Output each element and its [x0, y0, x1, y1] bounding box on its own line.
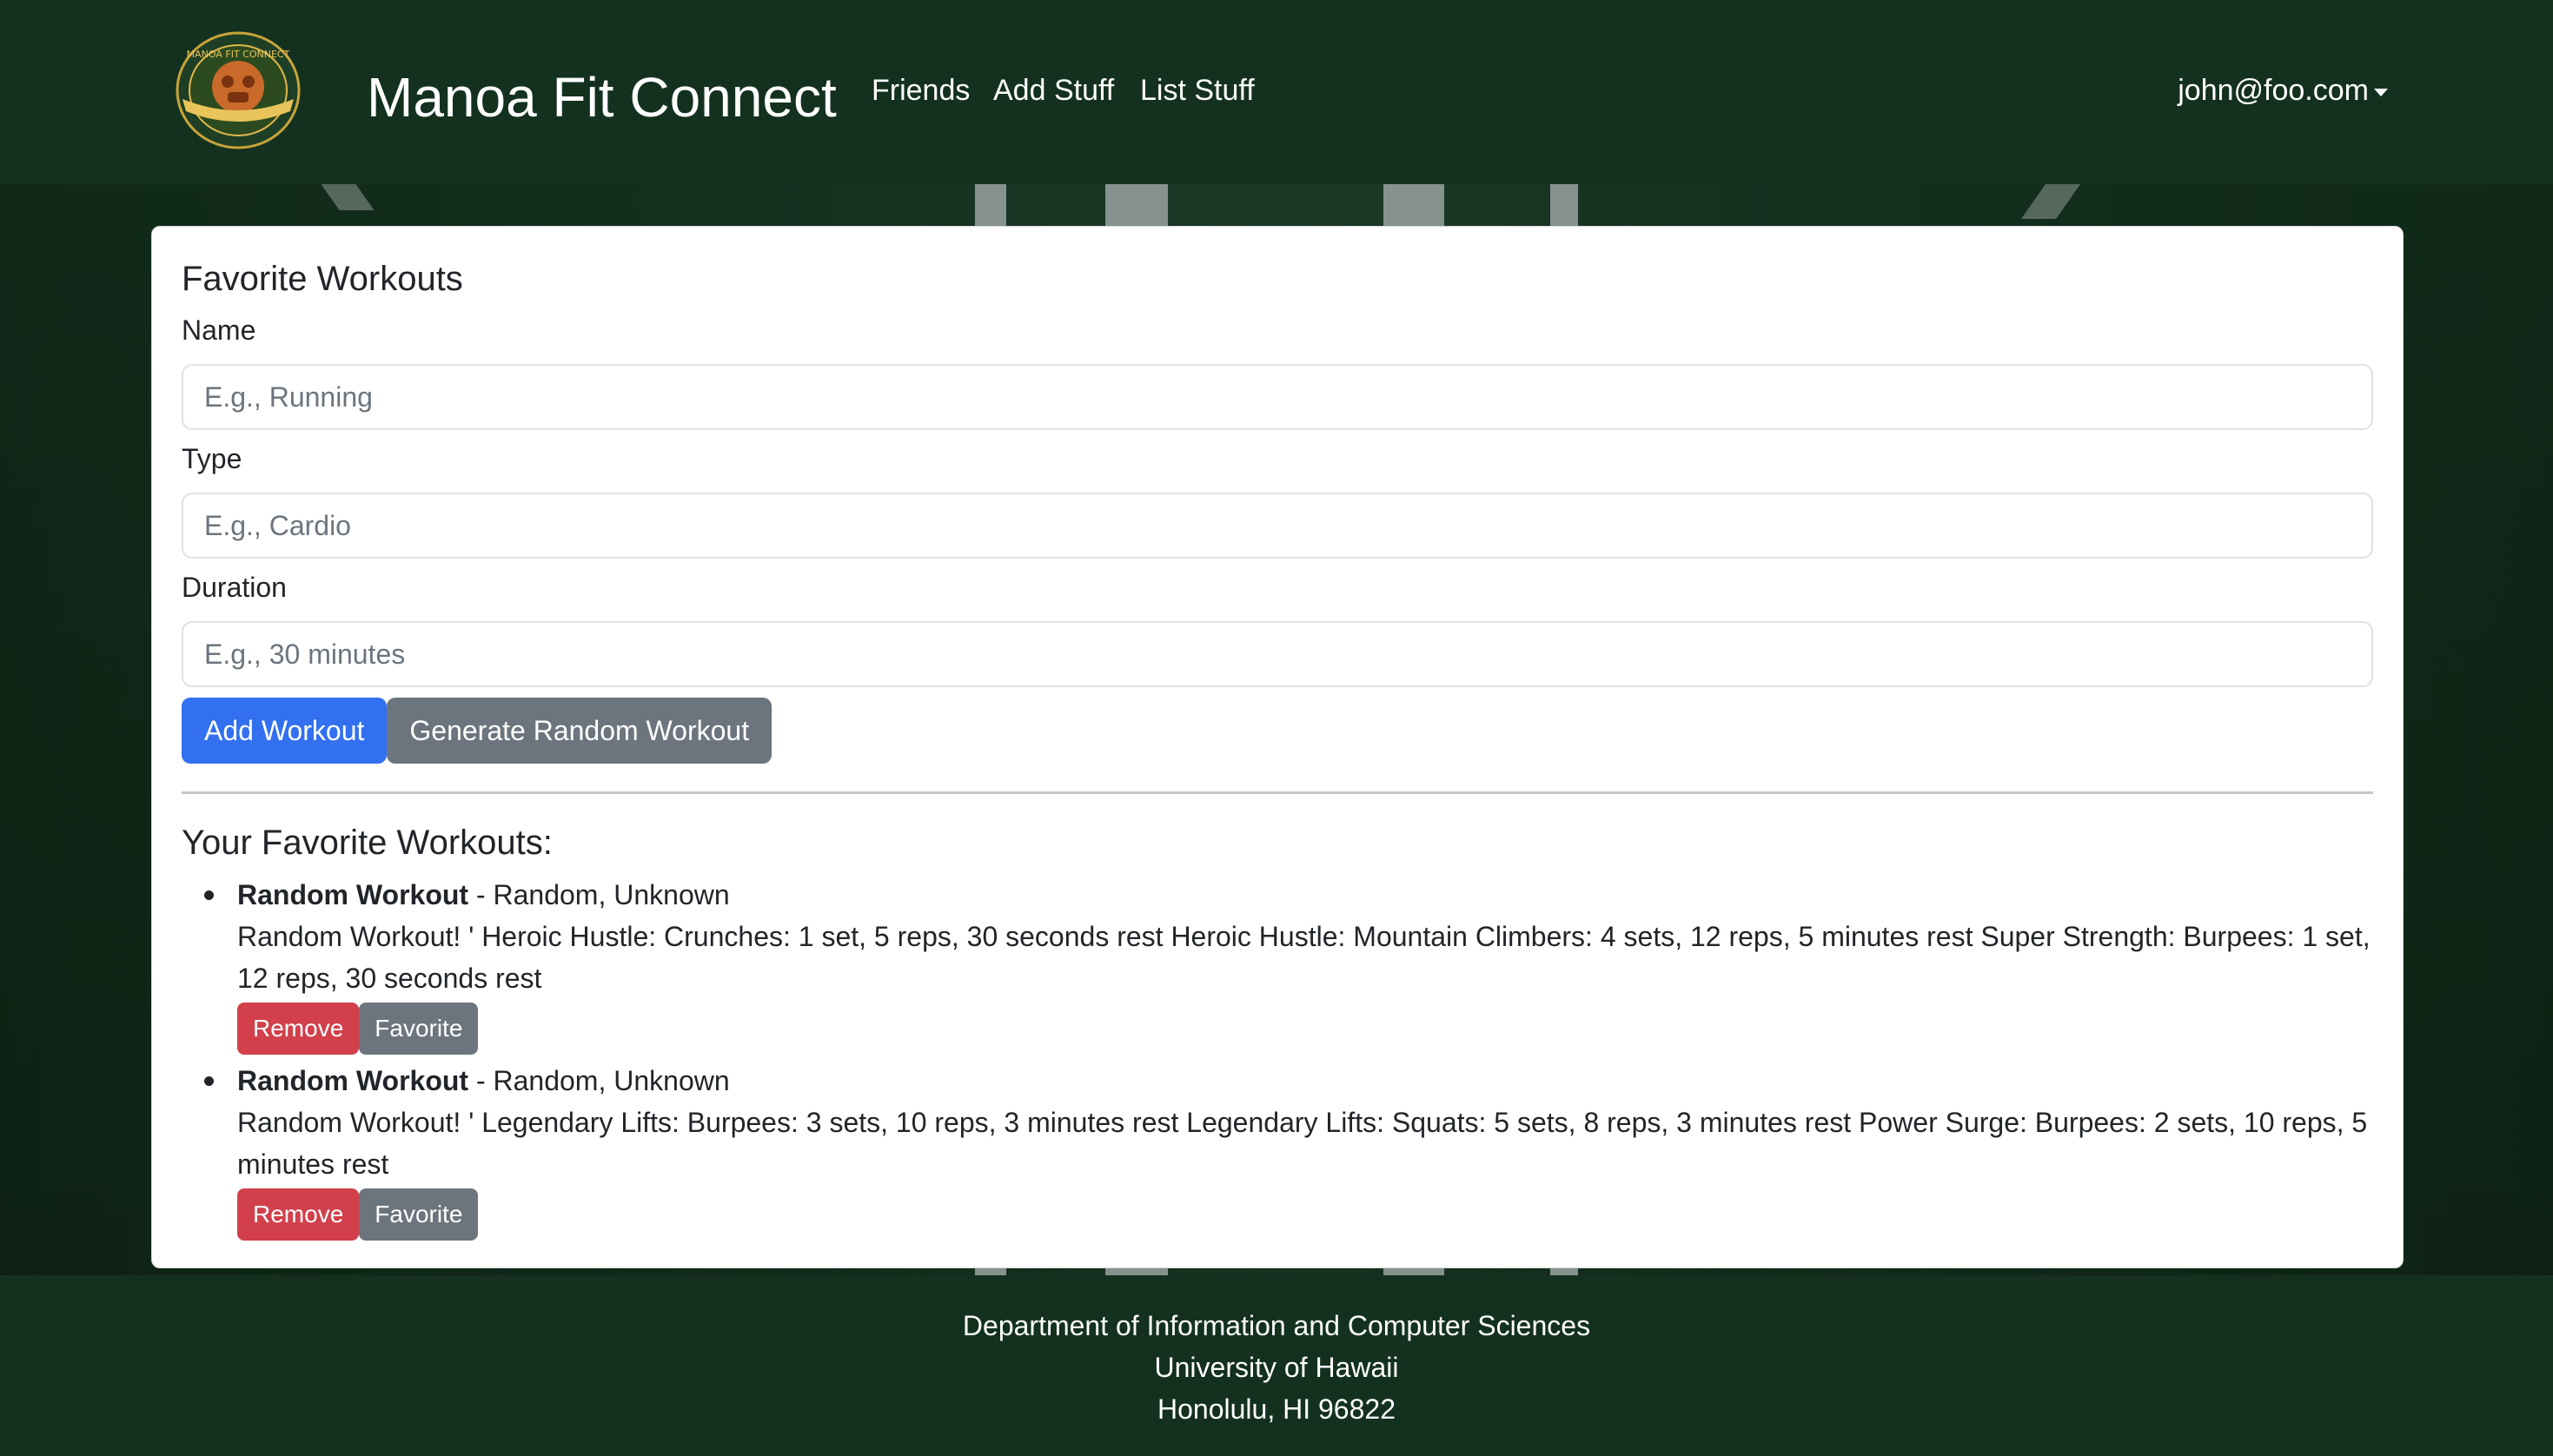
list-item: Random Workout - Random, Unknown Random … — [204, 1060, 2373, 1241]
favorite-button[interactable]: Favorite — [359, 1003, 479, 1055]
nav-link-list-stuff[interactable]: List Stuff — [1140, 71, 1255, 109]
navbar: MANOA FIT CONNECT Manoa Fit Connect Frie… — [0, 0, 2553, 184]
list-item: Random Workout - Random, Unknown Random … — [204, 874, 2373, 1055]
footer-department: Department of Information and Computer S… — [962, 1310, 1591, 1341]
footer-university: University of Hawaii — [1154, 1352, 1399, 1383]
remove-button[interactable]: Remove — [237, 1188, 360, 1241]
type-input[interactable] — [182, 493, 2373, 559]
favorite-workouts-card: Favorite Workouts Name Type Duration Add… — [151, 226, 2404, 1268]
favorite-workouts-list: Random Workout - Random, Unknown Random … — [182, 874, 2373, 1241]
add-workout-button[interactable]: Add Workout — [182, 698, 388, 764]
favorites-heading: Your Favorite Workouts: — [182, 824, 553, 862]
divider — [182, 791, 2373, 794]
workout-description: Random Workout! ' Heroic Hustle: Crunche… — [237, 921, 2371, 994]
favorite-button[interactable]: Favorite — [359, 1188, 479, 1241]
svg-text:MANOA FIT CONNECT: MANOA FIT CONNECT — [187, 49, 290, 60]
nav-link-add-stuff[interactable]: Add Stuff — [993, 71, 1114, 109]
duration-label: Duration — [182, 572, 287, 603]
generate-random-workout-button[interactable]: Generate Random Workout — [387, 698, 773, 764]
footer-address: Honolulu, HI 96822 — [1157, 1393, 1396, 1425]
user-email: john@foo.com — [2178, 74, 2369, 107]
nav-link-friends[interactable]: Friends — [872, 71, 970, 109]
workout-description: Random Workout! ' Legendary Lifts: Burpe… — [237, 1107, 2368, 1180]
name-label: Name — [182, 314, 256, 346]
footer: Department of Information and Computer S… — [0, 1275, 2553, 1456]
workout-meta: - Random, Unknown — [468, 879, 730, 910]
workout-meta: - Random, Unknown — [468, 1065, 730, 1096]
duration-input[interactable] — [182, 621, 2373, 687]
name-input[interactable] — [182, 364, 2373, 430]
caret-down-icon — [2374, 88, 2388, 96]
type-label: Type — [182, 443, 242, 474]
form-heading: Favorite Workouts — [182, 260, 463, 298]
workout-title: Random Workout — [237, 1065, 469, 1096]
manoa-fit-connect-logo[interactable]: MANOA FIT CONNECT — [170, 31, 306, 149]
brand-title[interactable]: Manoa Fit Connect — [367, 63, 837, 132]
remove-button[interactable]: Remove — [237, 1003, 360, 1055]
workout-title: Random Workout — [237, 879, 469, 910]
user-dropdown[interactable]: john@foo.com — [2178, 71, 2388, 109]
